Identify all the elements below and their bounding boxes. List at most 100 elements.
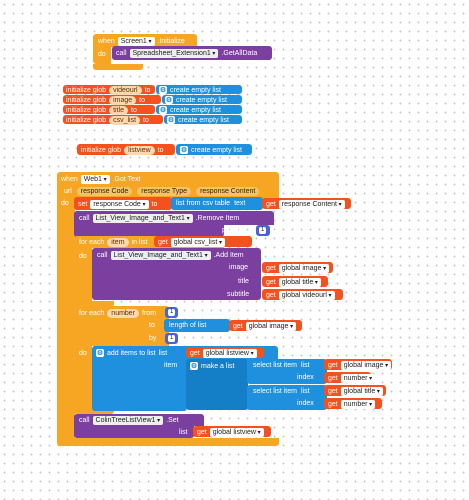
get-label: get <box>158 239 168 247</box>
add-items-to-list-label: add items to list <box>107 349 156 357</box>
call-label: call <box>79 215 90 223</box>
to-label: to <box>143 117 149 125</box>
get-label: get <box>266 201 276 209</box>
loop-var-number[interactable]: number <box>107 309 140 319</box>
select-list-item-label: select list item <box>253 388 297 395</box>
global-name-title[interactable]: title <box>109 106 128 116</box>
get-global-title-dropdown[interactable]: global title <box>278 278 321 288</box>
add-item-subtitle-label: subtitle <box>227 291 250 298</box>
get-label: get <box>190 350 200 358</box>
global-name-videourl[interactable]: videourl <box>109 86 142 96</box>
get-global-videourl-dropdown[interactable]: global videourl <box>278 291 335 301</box>
index-label: index <box>297 374 314 381</box>
call-label: call <box>79 417 90 425</box>
do-label: do <box>79 253 87 260</box>
get-global-csv-list-dropdown[interactable]: global csv_list <box>170 238 225 248</box>
initialize-event-label: .Initialize <box>157 38 185 46</box>
create-empty-list-label: create empty list <box>176 96 227 104</box>
initialize-global-label: initialize glob <box>66 87 107 95</box>
to-label: to <box>157 147 164 155</box>
from-label: from <box>142 310 157 318</box>
call-label: call <box>97 252 108 260</box>
for-each-label: for each <box>79 239 105 247</box>
get-number-dropdown[interactable]: number <box>340 400 376 410</box>
from-number[interactable]: 1 <box>168 309 176 316</box>
call-label: call <box>116 50 127 58</box>
loop-var-item[interactable]: item <box>107 238 129 248</box>
list-label: list <box>300 362 310 369</box>
get-label: get <box>328 375 338 383</box>
spreadsheet-component-dropdown[interactable]: Spreadsheet_Extension1 <box>129 49 219 59</box>
param-url: url <box>64 188 72 196</box>
add-item-title-label: title <box>238 278 249 285</box>
item-label: item <box>164 362 178 369</box>
get-all-data-method-label: .GetAllData <box>221 50 258 58</box>
to-label: to <box>131 107 137 115</box>
get-global-title-dropdown[interactable]: global title <box>340 387 383 397</box>
position-label: position <box>222 227 247 234</box>
get-global-image-dropdown[interactable]: global image <box>340 361 392 371</box>
get-label: get <box>266 265 276 273</box>
gear-icon[interactable]: ⚙ <box>190 362 198 370</box>
global-name-csv-list[interactable]: csv_list <box>109 116 141 126</box>
initialize-global-label: initialize glob <box>66 117 107 125</box>
gear-icon[interactable]: ⚙ <box>167 116 175 124</box>
do-label: do <box>61 200 69 207</box>
get-label: get <box>328 401 338 409</box>
when-label: when <box>61 176 78 184</box>
in-list-label: in list <box>131 239 148 247</box>
make-a-list-label: make a list <box>201 362 235 370</box>
got-text-event-label: .Got Text <box>112 176 141 184</box>
index-label: index <box>297 400 314 407</box>
by-number[interactable]: 1 <box>168 335 176 342</box>
get-label: get <box>266 279 276 287</box>
gear-icon[interactable]: ⚙ <box>159 86 167 94</box>
get-label: get <box>197 429 207 437</box>
gear-icon[interactable]: ⚙ <box>159 106 167 114</box>
add-item-image-label: image <box>229 264 249 271</box>
to-label: to <box>144 87 151 95</box>
set-label: set <box>78 201 88 209</box>
initialize-global-label: initialize glob <box>81 147 122 155</box>
global-name-image[interactable]: image <box>109 96 137 106</box>
list-label: list <box>158 349 168 357</box>
get-global-image-dropdown[interactable]: global image <box>245 322 297 332</box>
global-name-listview[interactable]: listview <box>124 146 155 156</box>
gear-icon[interactable]: ⚙ <box>165 96 173 104</box>
get-response-content-dropdown[interactable]: response Content <box>278 200 345 210</box>
get-number-dropdown[interactable]: number <box>340 374 376 384</box>
screen-component-dropdown[interactable]: Screen1 <box>117 37 155 47</box>
get-label: get <box>328 388 338 396</box>
create-empty-list-label: create empty list <box>178 116 229 124</box>
do-label: do <box>79 350 87 357</box>
param-response-code[interactable]: response Code <box>76 187 133 197</box>
text-label: text <box>234 200 246 207</box>
param-response-content[interactable]: response Content <box>196 187 260 197</box>
for-each-label: for each <box>79 310 105 318</box>
initialize-global-label: initialize glob <box>66 107 107 115</box>
set-variable-dropdown[interactable]: response Code <box>90 200 149 210</box>
to-label: to <box>139 97 146 105</box>
select-list-item-label: select list item <box>253 362 297 369</box>
by-label: by <box>149 335 157 342</box>
when-label: when <box>98 38 115 46</box>
get-global-image-dropdown[interactable]: global image <box>278 264 330 274</box>
web-component-dropdown[interactable]: Web1 <box>80 175 110 185</box>
gear-icon[interactable]: ⚙ <box>180 146 188 154</box>
get-global-listview-dropdown[interactable]: global listview <box>209 428 264 438</box>
position-number[interactable]: 1 <box>259 227 267 234</box>
list-arg-label: list <box>179 429 188 436</box>
to-label: to <box>149 322 155 329</box>
colin-tree-component-dropdown[interactable]: ColinTreeListView1 <box>92 416 164 426</box>
gear-icon[interactable]: ⚙ <box>96 349 104 357</box>
list-view-component-dropdown[interactable]: List_View_Image_and_Text1 <box>110 251 211 261</box>
list-view-component-dropdown[interactable]: List_View_Image_and_Text1 <box>92 214 193 224</box>
remove-item-method-label: .Remove Item <box>195 215 240 223</box>
param-response-type[interactable]: response Type <box>137 187 192 197</box>
set-property-label: .Set <box>166 417 179 425</box>
do-label: do <box>98 51 106 58</box>
get-label: get <box>233 323 243 331</box>
get-label: get <box>328 362 338 370</box>
get-global-listview-dropdown[interactable]: global listview <box>202 349 257 359</box>
add-item-method-label: .Add Item <box>213 252 244 260</box>
